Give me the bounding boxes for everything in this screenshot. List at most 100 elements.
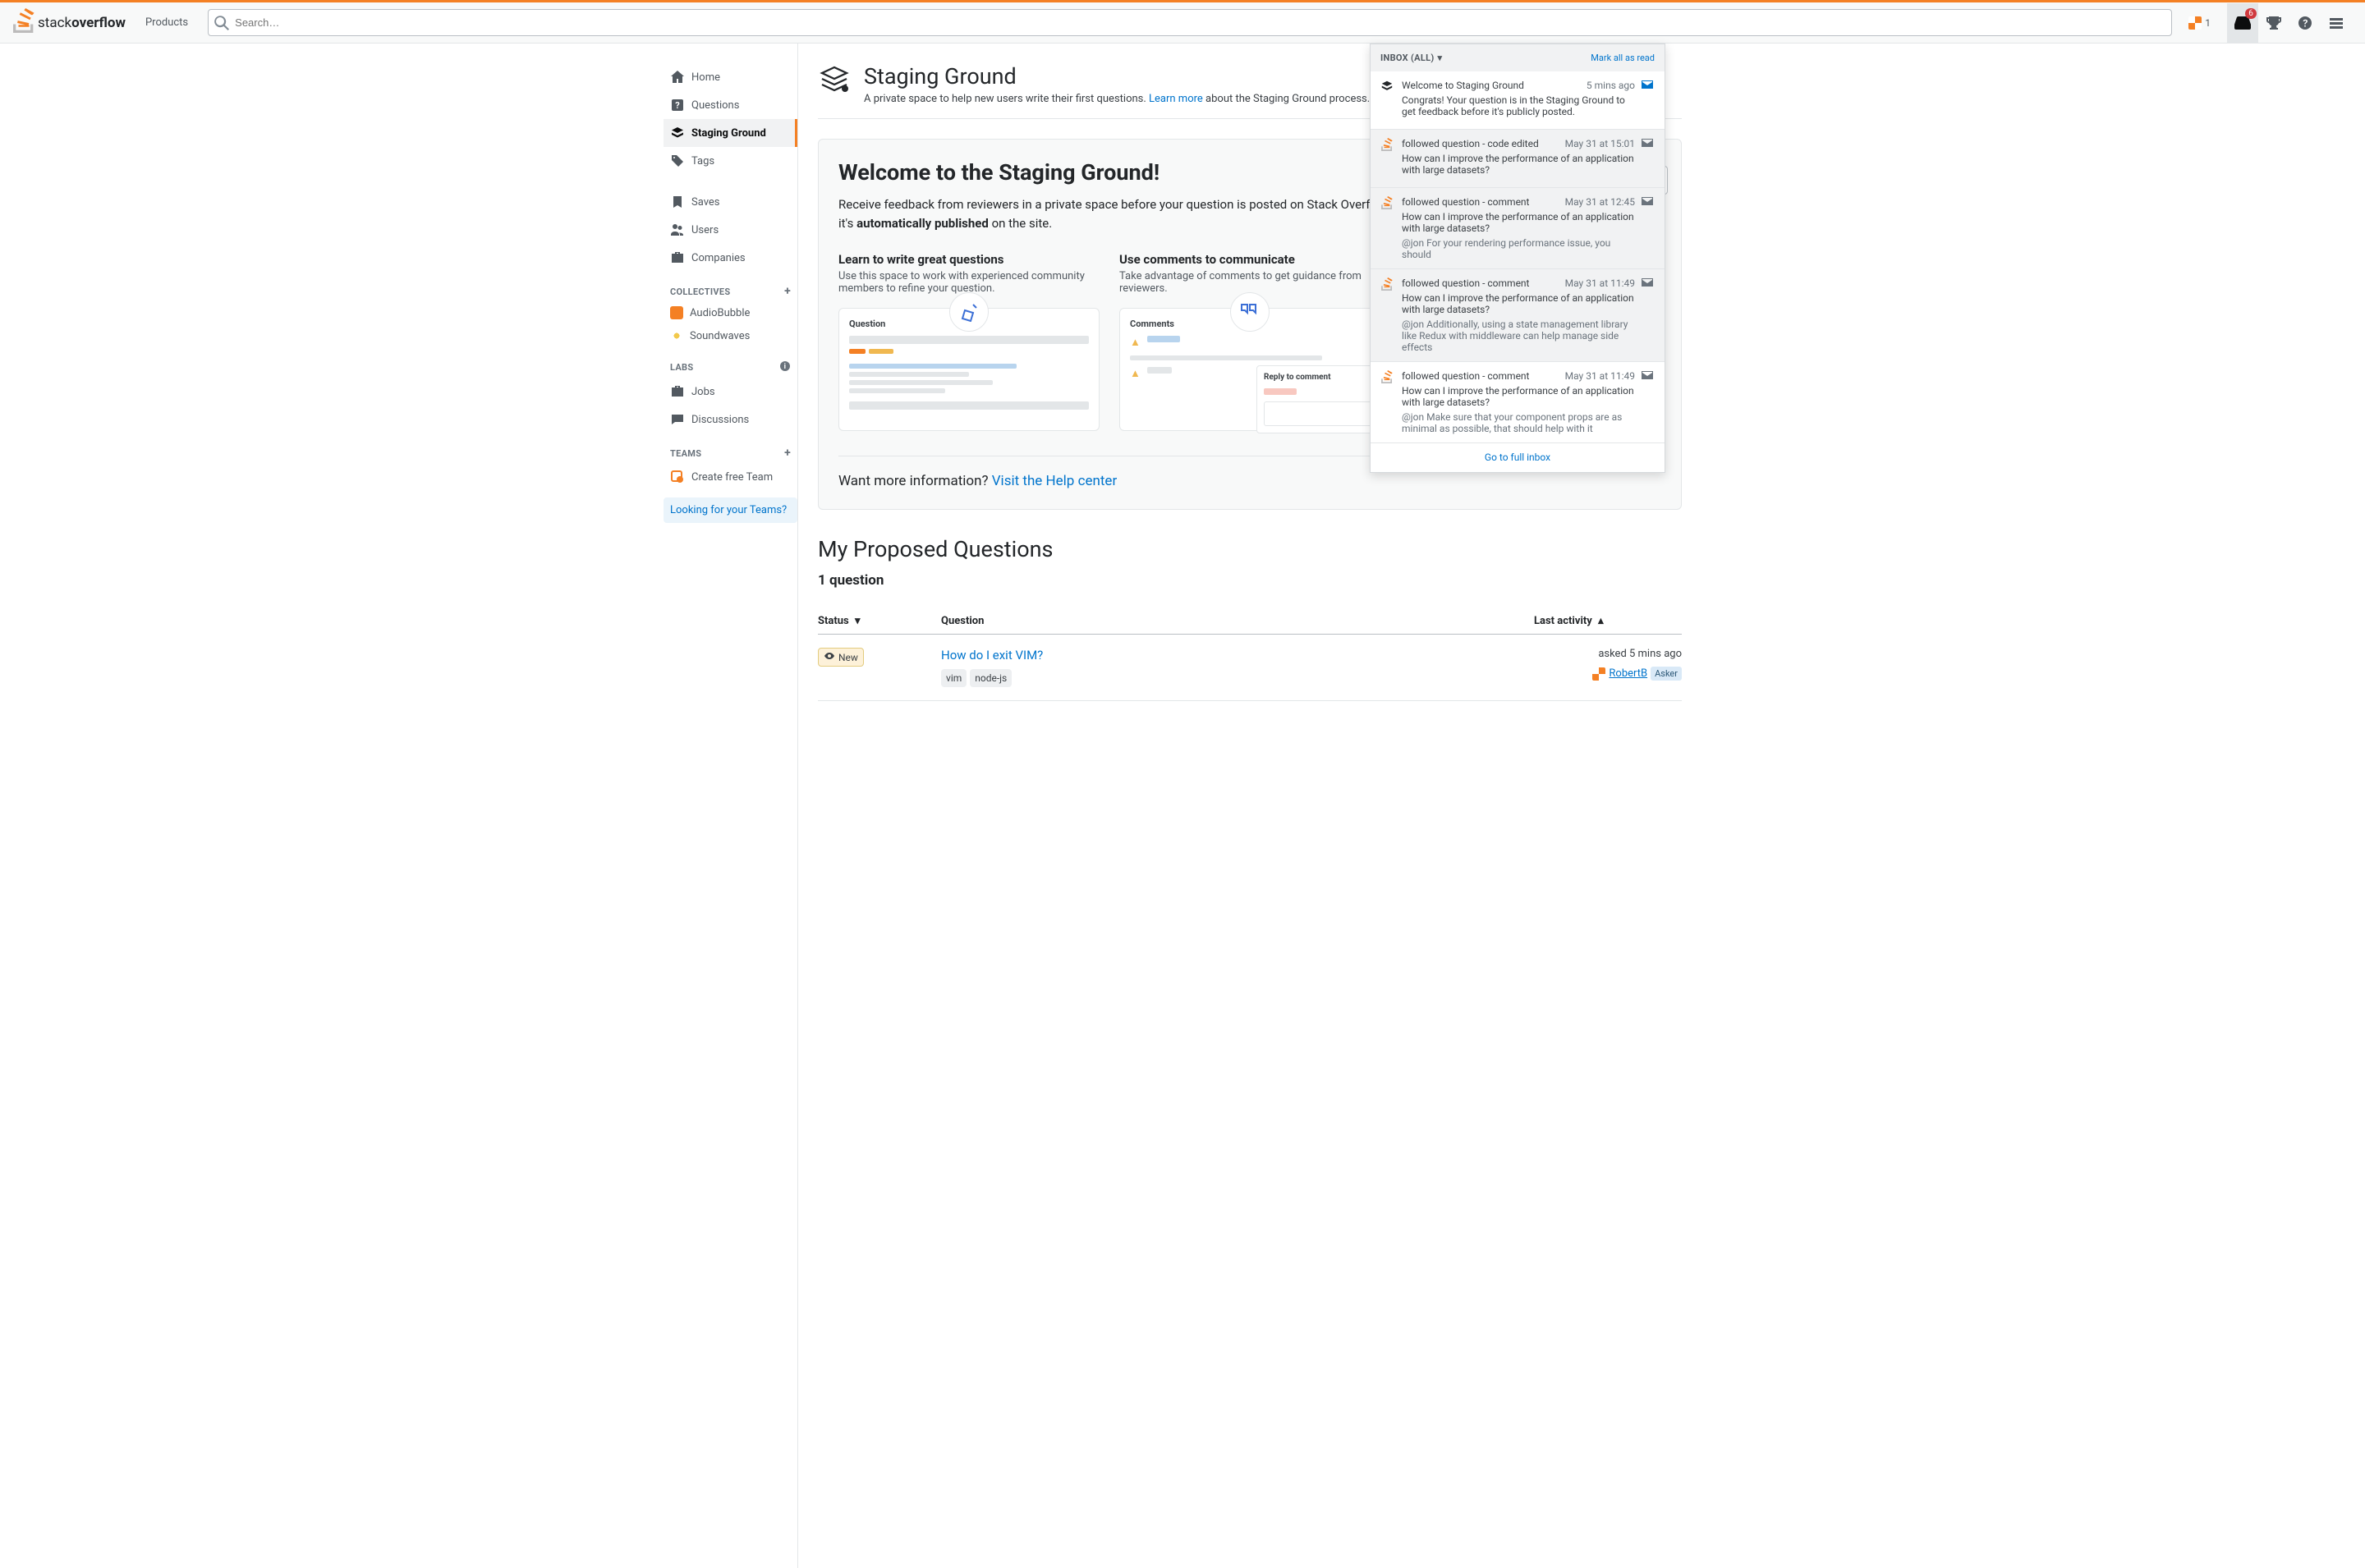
sidebar-item-label: Saves <box>691 196 720 209</box>
header: stackoverflow Products 1 6 <box>0 2 2365 44</box>
stackoverflow-icon <box>13 8 34 37</box>
teams-header: TEAMS + <box>664 433 797 463</box>
staging-icon <box>670 126 685 140</box>
users-icon <box>670 222 685 237</box>
mail-icon[interactable] <box>1642 80 1655 121</box>
sidebar-item-staging-ground[interactable]: Staging Ground <box>664 119 797 147</box>
inbox-item[interactable]: followed question - comment May 31 at 11:… <box>1371 269 1665 362</box>
plus-icon[interactable]: + <box>784 447 791 460</box>
plus-icon[interactable]: + <box>784 285 791 298</box>
reputation[interactable]: 1 <box>2182 16 2217 30</box>
page-title: Staging Ground <box>864 63 1370 89</box>
caret-down-icon: ▾ <box>855 615 861 627</box>
help-button[interactable] <box>2289 3 2321 43</box>
main-content: Staging Ground A private space to help n… <box>798 44 1701 1568</box>
inbox-item-icon <box>1380 80 1395 121</box>
activity-time: asked 5 mins ago <box>1534 648 1682 660</box>
briefcase-icon <box>670 384 685 399</box>
search-input[interactable] <box>208 9 2172 36</box>
sidebar-item-discussions[interactable]: Discussions <box>664 406 797 433</box>
sidebar-item-label: Tags <box>691 155 714 167</box>
sidebar-item-companies[interactable]: Companies <box>664 244 797 272</box>
inbox-item-type: followed question - comment <box>1402 277 1529 289</box>
welcome-col-1: Learn to write great questions Use this … <box>838 252 1100 431</box>
collective-soundwaves[interactable]: Soundwaves <box>664 324 797 347</box>
inbox-button[interactable]: 6 <box>2227 3 2258 43</box>
user-link[interactable]: RobertB <box>1609 667 1647 680</box>
sidebar-item-label: Jobs <box>691 386 715 398</box>
tag[interactable]: node-js <box>970 669 1012 687</box>
sidebar-item-questions[interactable]: ? Questions <box>664 91 797 119</box>
tag[interactable]: vim <box>941 669 967 687</box>
sidebar-item-label: Staging Ground <box>691 127 766 140</box>
bookmark-icon <box>670 195 685 209</box>
illustration-question: Question <box>838 308 1100 431</box>
caret-up-icon: ▴ <box>1598 615 1604 627</box>
collectives-header: COLLECTIVES + <box>664 272 797 301</box>
svg-text:i: i <box>784 363 787 371</box>
caret-down-icon: ▾ <box>1437 53 1442 63</box>
inbox-item[interactable]: Welcome to Staging Ground5 mins agoCongr… <box>1371 71 1665 130</box>
mail-icon[interactable] <box>1642 370 1655 434</box>
mail-icon[interactable] <box>1642 277 1655 353</box>
inbox-item-title: Congrats! Your question is in the Stagin… <box>1402 94 1635 117</box>
products-link[interactable]: Products <box>135 11 198 34</box>
col-title: Learn to write great questions <box>838 252 1100 267</box>
search-bar <box>208 9 2172 36</box>
team-icon <box>670 470 685 484</box>
user-avatar-icon <box>2188 16 2202 30</box>
question-title-link[interactable]: How do I exit VIM? <box>941 648 1043 663</box>
sidebar-item-home[interactable]: Home <box>664 63 797 91</box>
mail-icon[interactable] <box>1642 196 1655 260</box>
inbox-item[interactable]: followed question - commentMay 31 at 11:… <box>1371 362 1665 443</box>
collective-label: AudioBubble <box>690 307 750 319</box>
inbox-item-icon <box>1380 196 1395 260</box>
learn-more-link[interactable]: Learn more <box>1149 93 1203 105</box>
looking-for-teams-link[interactable]: Looking for your Teams? <box>664 497 797 523</box>
mail-icon[interactable] <box>1642 138 1655 179</box>
question-row: New How do I exit VIM? vim node-js asked… <box>818 635 1682 701</box>
inbox-item[interactable]: followed question - comment May 31 at 12:… <box>1371 188 1665 269</box>
inbox-popup: INBOX (ALL) ▾ Mark all as read Welcome t… <box>1370 44 1665 473</box>
table-header: Status ▾ Question Last activity ▴ <box>818 608 1682 635</box>
inbox-header-title[interactable]: INBOX (ALL) ▾ <box>1380 53 1442 63</box>
inbox-item-icon <box>1380 277 1395 353</box>
user-avatar-icon <box>1592 667 1605 681</box>
sidebar-item-tags[interactable]: Tags <box>664 147 797 175</box>
tag-icon <box>670 154 685 168</box>
sidebar-item-label: Questions <box>691 99 739 112</box>
logo[interactable]: stackoverflow <box>13 8 126 37</box>
sidebar-item-create-team[interactable]: Create free Team <box>664 463 797 491</box>
sidebar-item-saves[interactable]: Saves <box>664 188 797 216</box>
collective-icon <box>670 306 683 319</box>
info-icon[interactable]: i <box>779 360 791 374</box>
page-subtitle: A private space to help new users write … <box>864 93 1370 105</box>
inbox-item-comment: @jon Make sure that your component props… <box>1402 411 1635 434</box>
inbox-item-time: May 31 at 12:45 <box>1565 196 1635 208</box>
inbox-item[interactable]: followed question - code edited May 31 at… <box>1371 130 1665 188</box>
header-icons: 6 <box>2227 3 2352 43</box>
achievements-button[interactable] <box>2258 3 2289 43</box>
inbox-header: INBOX (ALL) ▾ Mark all as read <box>1371 44 1665 71</box>
sidebar-item-label: Users <box>691 224 719 236</box>
help-center-link[interactable]: Visit the Help center <box>992 473 1117 489</box>
inbox-item-time: May 31 at 11:49 <box>1565 370 1635 382</box>
inbox-item-type: followed question - comment <box>1402 196 1529 208</box>
inbox-item-type: followed question - code edited <box>1402 138 1539 149</box>
col-activity-header[interactable]: Last activity ▴ <box>1534 615 1682 627</box>
inbox-item-time: May 31 at 15:01 <box>1565 138 1635 149</box>
sidebar-item-label: Companies <box>691 252 746 264</box>
menu-button[interactable] <box>2321 3 2352 43</box>
sidebar-item-users[interactable]: Users <box>664 216 797 244</box>
sidebar-item-label: Discussions <box>691 414 749 426</box>
go-to-inbox-link[interactable]: Go to full inbox <box>1485 452 1550 463</box>
status-badge: New <box>818 648 864 667</box>
inbox-item-time: May 31 at 11:49 <box>1565 277 1635 289</box>
logo-text: stackoverflow <box>38 15 126 31</box>
collective-audiobubble[interactable]: AudioBubble <box>664 301 797 324</box>
inbox-item-icon <box>1380 370 1395 434</box>
sidebar-item-jobs[interactable]: Jobs <box>664 378 797 406</box>
mark-all-read-link[interactable]: Mark all as read <box>1591 53 1655 63</box>
question-icon: ? <box>670 98 685 112</box>
col-status-header[interactable]: Status ▾ <box>818 615 941 627</box>
